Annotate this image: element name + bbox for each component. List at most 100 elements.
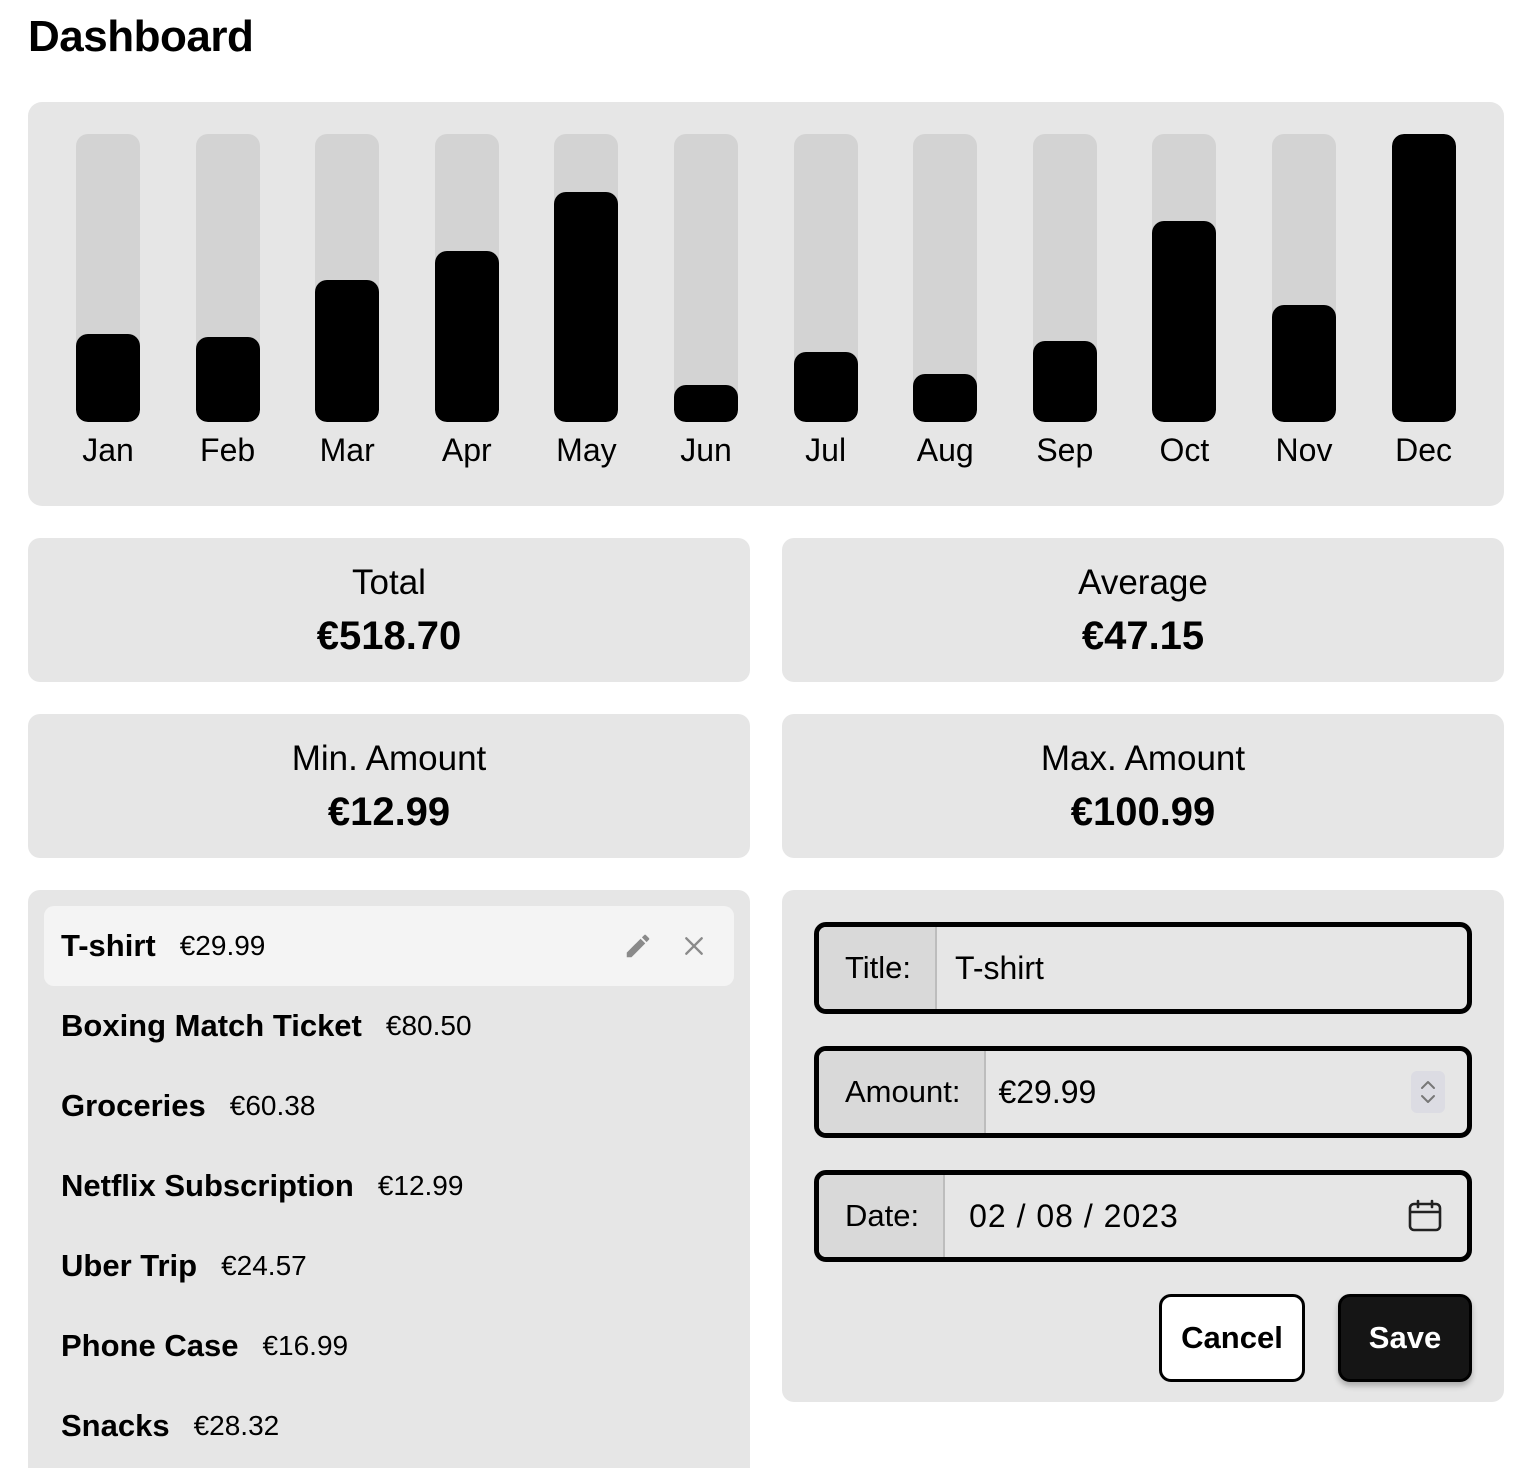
month-label: Jul — [805, 432, 847, 468]
pencil-icon[interactable] — [620, 928, 656, 964]
bar-fill — [195, 337, 260, 422]
expense-amount: €29.99 — [179, 930, 266, 961]
expense-amount: €24.57 — [221, 1250, 307, 1281]
expense-title: Uber Trip — [61, 1248, 198, 1283]
expense-row[interactable]: Uber Trip €24.57 — [44, 1226, 734, 1306]
title-field-label: Title: — [819, 927, 938, 1009]
bar-dec — [1391, 134, 1456, 422]
page-title: Dashboard — [28, 12, 254, 61]
bar-jan — [76, 134, 140, 422]
bar-sep — [1032, 134, 1097, 422]
bar-fill — [1391, 134, 1456, 422]
bar-fill — [315, 280, 380, 422]
calendar-icon[interactable] — [1405, 1195, 1445, 1237]
bar-aug — [913, 134, 978, 422]
expense-amount: €28.32 — [193, 1410, 280, 1441]
cancel-button[interactable]: Cancel — [1159, 1294, 1305, 1382]
date-input[interactable]: 02 / 08 / 2023 — [945, 1175, 1467, 1257]
month-label: Mar — [319, 432, 375, 468]
month-label: Feb — [200, 432, 256, 468]
expense-row[interactable]: Groceries €60.38 — [44, 1066, 734, 1146]
expense-amount: €16.99 — [262, 1330, 349, 1361]
bar-track — [674, 134, 738, 422]
close-icon[interactable] — [676, 928, 712, 964]
total-value: €518.70 — [316, 614, 462, 658]
amount-field: Amount: — [814, 1046, 1472, 1138]
month-label: Jan — [82, 432, 134, 468]
save-button[interactable]: Save — [1338, 1294, 1472, 1382]
bar-track — [913, 134, 978, 422]
bar-fill — [554, 192, 619, 422]
min-amount-stat-card: Min. Amount €12.99 — [28, 714, 750, 858]
total-stat-card: Total €518.70 — [28, 538, 750, 682]
bar-fill — [434, 251, 499, 422]
total-label: Total — [352, 563, 426, 602]
amount-field-label: Amount: — [819, 1051, 987, 1133]
min-amount-label: Min. Amount — [291, 739, 487, 778]
bar-jun — [674, 134, 738, 422]
bar-fill — [76, 334, 140, 422]
expense-title: T-shirt — [61, 928, 156, 963]
bar-track — [1272, 134, 1336, 422]
expense-amount: €12.99 — [377, 1170, 464, 1201]
bar-jul — [793, 134, 858, 422]
month-label: Aug — [916, 432, 974, 468]
expense-list: T-shirt €29.99 Boxing Match Ticket €80.5… — [28, 890, 750, 1468]
bar-track — [1391, 134, 1456, 422]
bar-fill — [1272, 305, 1336, 422]
month-label: Oct — [1159, 432, 1210, 468]
expense-title: Netflix Subscription — [61, 1168, 354, 1203]
expense-row[interactable]: Netflix Subscription €12.99 — [44, 1146, 734, 1226]
bar-track — [1032, 134, 1097, 422]
min-amount-value: €12.99 — [327, 790, 451, 834]
date-field: Date: 02 / 08 / 2023 — [814, 1170, 1472, 1262]
expense-row[interactable]: Snacks €28.32 — [44, 1386, 734, 1466]
bar-track — [793, 134, 858, 422]
average-value: €47.15 — [1081, 614, 1205, 658]
expense-row[interactable]: Phone Case €16.99 — [44, 1306, 734, 1386]
expense-amount: €60.38 — [229, 1090, 316, 1121]
bar-track — [195, 134, 260, 422]
title-input[interactable] — [937, 927, 1467, 1009]
bar-feb — [195, 134, 260, 422]
date-field-label: Date: — [819, 1175, 946, 1257]
bar-track — [434, 134, 499, 422]
bar-fill — [793, 352, 858, 422]
bar-fill — [1152, 221, 1217, 422]
month-label: May — [556, 432, 617, 468]
bar-oct — [1152, 134, 1217, 422]
month-label: Dec — [1395, 432, 1453, 468]
bar-track — [76, 134, 140, 422]
bar-fill — [674, 385, 738, 422]
month-label: Nov — [1275, 432, 1333, 468]
month-label: Apr — [441, 432, 492, 468]
bar-apr — [434, 134, 499, 422]
bar-mar — [315, 134, 380, 422]
expense-form: Title: Amount: Date: 02 / 08 / 2023 Canc… — [782, 890, 1504, 1402]
expense-amount: €80.50 — [385, 1010, 472, 1041]
average-label: Average — [1078, 563, 1208, 602]
expense-title: Groceries — [61, 1088, 206, 1123]
bar-track — [315, 134, 380, 422]
chevron-up-down-icon[interactable] — [1411, 1071, 1445, 1113]
average-stat-card: Average €47.15 — [782, 538, 1504, 682]
monthly-spending-chart: Jan Feb Mar Apr May Jun Jul Aug Sep Oct Nov Dec — [28, 102, 1504, 506]
bar-may — [554, 134, 619, 422]
max-amount-value: €100.99 — [1070, 790, 1216, 834]
max-amount-label: Max. Amount — [1040, 739, 1246, 778]
bar-fill — [1032, 341, 1097, 422]
expense-row[interactable]: Boxing Match Ticket €80.50 — [44, 986, 734, 1066]
bar-track — [1152, 134, 1217, 422]
amount-input[interactable] — [986, 1051, 1467, 1133]
expense-title: Snacks — [61, 1408, 170, 1443]
expense-row-selected[interactable]: T-shirt €29.99 — [44, 906, 734, 986]
bar-fill — [913, 374, 978, 422]
bar-track — [554, 134, 619, 422]
month-label: Sep — [1036, 432, 1094, 468]
title-field: Title: — [814, 922, 1472, 1014]
expense-title: Boxing Match Ticket — [61, 1008, 362, 1043]
bar-nov — [1272, 134, 1336, 422]
max-amount-stat-card: Max. Amount €100.99 — [782, 714, 1504, 858]
month-label: Jun — [680, 432, 732, 468]
expense-title: Phone Case — [61, 1328, 239, 1363]
